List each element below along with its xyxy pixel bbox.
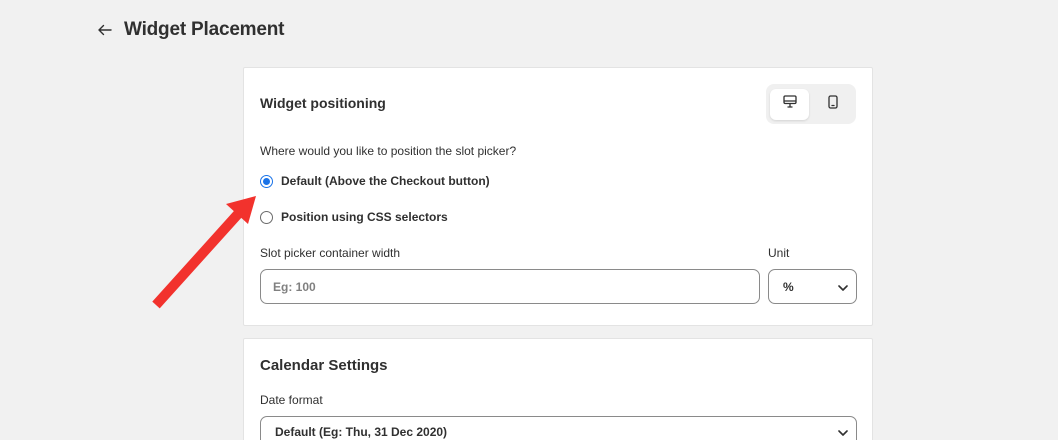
page-title: Widget Placement <box>124 19 285 40</box>
desktop-view-button[interactable] <box>770 88 809 120</box>
calendar-settings-title: Calendar Settings <box>260 357 388 374</box>
mobile-view-button[interactable] <box>813 89 852 120</box>
radio-button-checked[interactable] <box>260 174 273 188</box>
radio-label-default: Default (Above the Checkout button) <box>281 174 490 188</box>
page-header: Widget Placement <box>96 18 284 42</box>
position-question: Where would you like to position the slo… <box>260 144 517 158</box>
chevron-down-icon <box>838 278 848 296</box>
arrow-left-icon[interactable] <box>96 21 114 39</box>
device-toggle <box>766 84 856 124</box>
date-format-label: Date format <box>260 393 323 407</box>
radio-label-css-selectors: Position using CSS selectors <box>281 210 448 224</box>
widget-positioning-title: Widget positioning <box>260 95 386 111</box>
unit-select[interactable]: % <box>768 269 857 304</box>
radio-button-unchecked[interactable] <box>260 210 273 224</box>
calendar-settings-card: Calendar Settings Date format Default (E… <box>243 338 873 440</box>
date-format-select[interactable]: Default (Eg: Thu, 31 Dec 2020) <box>260 416 857 440</box>
mobile-icon <box>827 94 838 114</box>
desktop-icon <box>782 95 797 113</box>
radio-option-css-selectors[interactable]: Position using CSS selectors <box>260 210 448 224</box>
radio-option-default[interactable]: Default (Above the Checkout button) <box>260 174 490 188</box>
unit-label: Unit <box>768 246 790 260</box>
unit-select-value: % <box>783 279 794 294</box>
widget-positioning-card: Widget positioning Where would you like … <box>243 67 873 326</box>
container-width-input[interactable]: Eg: 100 <box>260 269 760 304</box>
container-width-label: Slot picker container width <box>260 246 401 260</box>
date-format-value: Default (Eg: Thu, 31 Dec 2020) <box>275 425 448 439</box>
container-width-placeholder: Eg: 100 <box>273 279 316 294</box>
chevron-down-icon <box>838 423 848 440</box>
